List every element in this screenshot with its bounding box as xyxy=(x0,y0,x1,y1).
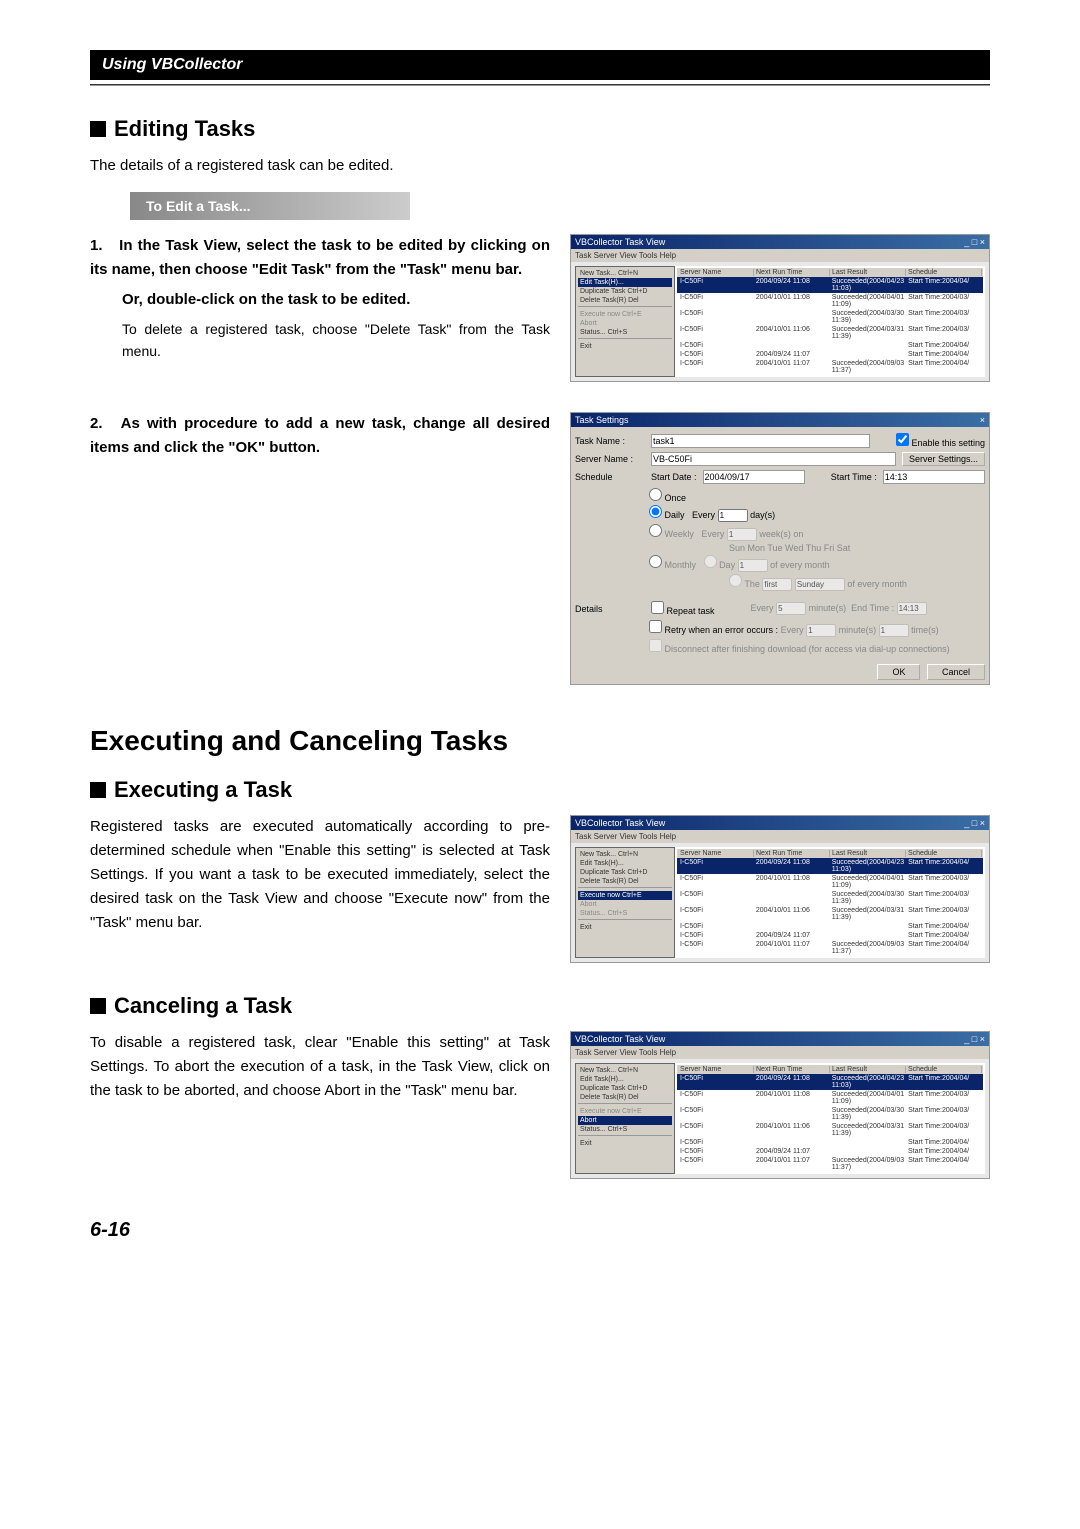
once-radio[interactable] xyxy=(649,488,662,501)
editing-heading: Editing Tasks xyxy=(90,116,990,142)
step2: 2. As with procedure to add a new task, … xyxy=(90,412,550,460)
step1-desc: To delete a registered task, choose "Del… xyxy=(122,318,550,363)
task-settings-dialog: Task Settings× Task Name : Enable this s… xyxy=(570,412,990,685)
taskview-screenshot-2: VBCollector Task View_ □ × Task Server V… xyxy=(570,815,990,963)
step1-sub: Or, double-click on the task to be edite… xyxy=(122,288,550,312)
taskview-screenshot-1: VBCollector Task View_ □ × Task Server V… xyxy=(570,234,990,382)
editing-heading-text: Editing Tasks xyxy=(114,116,255,142)
weekly-radio[interactable] xyxy=(649,524,662,537)
header-divider xyxy=(90,84,990,86)
enable-checkbox[interactable] xyxy=(896,433,909,446)
startdate-input[interactable] xyxy=(703,470,805,484)
monthly-radio[interactable] xyxy=(649,555,662,568)
taskname-input[interactable] xyxy=(651,434,870,448)
exec-heading: Executing and Canceling Tasks xyxy=(90,725,990,757)
server-settings-btn[interactable]: Server Settings... xyxy=(902,452,985,466)
executing-body: Registered tasks are executed automatica… xyxy=(90,815,550,935)
disconnect-checkbox xyxy=(649,639,662,652)
task-menu-open: New Task... Ctrl+N Edit Task(H)... Dupli… xyxy=(575,266,675,377)
step1-text: In the Task View, select the task to be … xyxy=(90,237,550,278)
task-menu-open-2: New Task... Ctrl+N Edit Task(H)... Dupli… xyxy=(575,847,675,958)
bullet-icon xyxy=(90,121,106,137)
daily-radio[interactable] xyxy=(649,505,662,518)
bullet-icon xyxy=(90,998,106,1014)
canceling-heading: Canceling a Task xyxy=(90,993,990,1019)
daily-val[interactable] xyxy=(718,509,748,522)
taskview-screenshot-3: VBCollector Task View_ □ × Task Server V… xyxy=(570,1031,990,1179)
bullet-icon xyxy=(90,782,106,798)
starttime-input[interactable] xyxy=(883,470,985,484)
retry-checkbox[interactable] xyxy=(649,620,662,633)
step2-num: 2. xyxy=(90,412,114,436)
editing-intro: The details of a registered task can be … xyxy=(90,154,990,178)
page-header: Using VBCollector xyxy=(90,50,990,80)
edit-sub-bar: To Edit a Task... xyxy=(130,192,410,220)
task-menu-open-3: New Task... Ctrl+N Edit Task(H)... Dupli… xyxy=(575,1063,675,1174)
cancel-button[interactable]: Cancel xyxy=(927,664,985,680)
header-title: Using VBCollector xyxy=(102,56,242,73)
server-select[interactable] xyxy=(651,452,896,466)
page-number: 6-16 xyxy=(90,1219,990,1242)
ok-button[interactable]: OK xyxy=(877,664,920,680)
step1: 1. In the Task View, select the task to … xyxy=(90,234,550,363)
step1-num: 1. xyxy=(90,234,114,258)
executing-heading: Executing a Task xyxy=(90,777,990,803)
repeat-checkbox[interactable] xyxy=(651,601,664,614)
step2-text: As with procedure to add a new task, cha… xyxy=(90,415,550,456)
canceling-body: To disable a registered task, clear "Ena… xyxy=(90,1031,550,1103)
